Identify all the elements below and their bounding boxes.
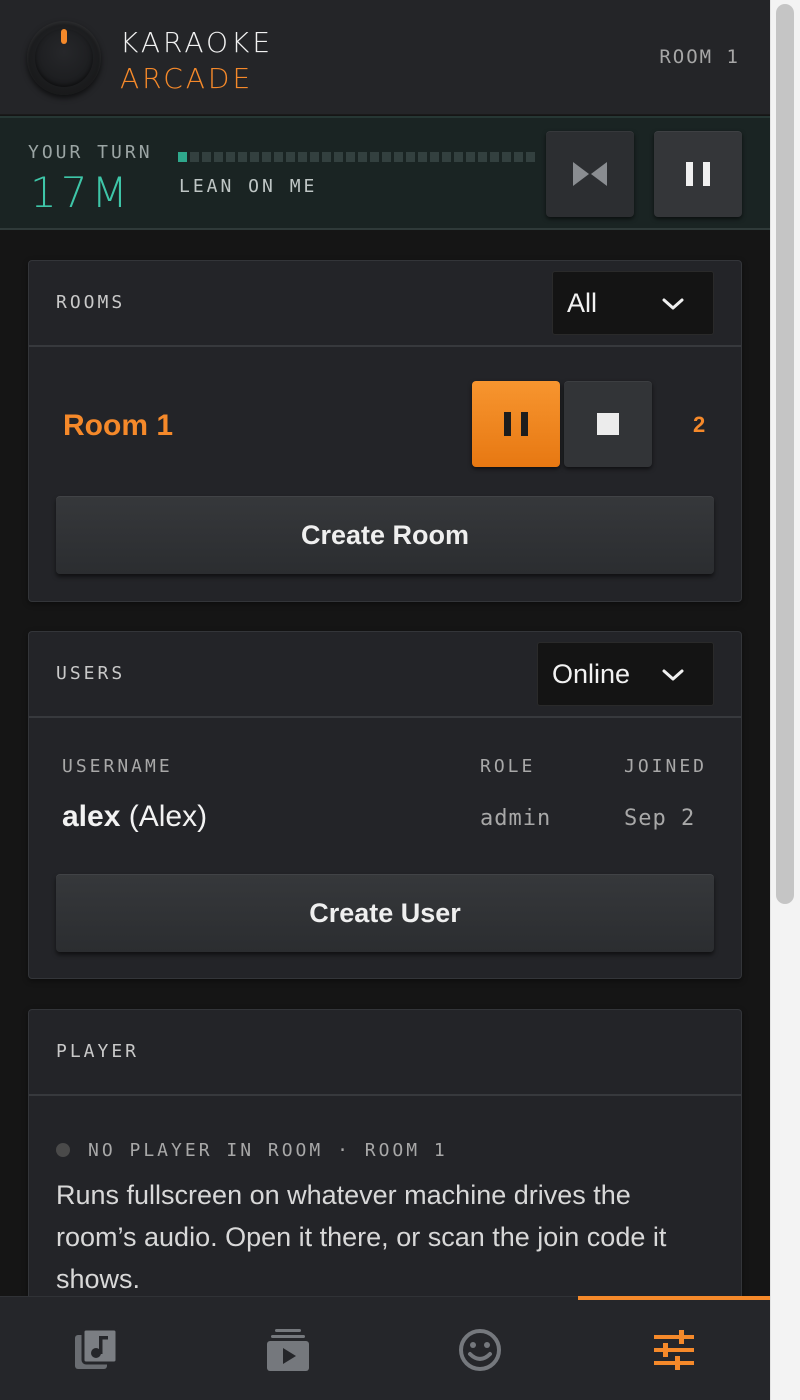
pause-icon [686, 162, 710, 186]
rooms-filter-value: All [567, 288, 598, 318]
meter-segment [322, 152, 331, 162]
meter-segment [370, 152, 379, 162]
meter-segment [514, 152, 523, 162]
column-header-username: USERNAME [62, 756, 173, 777]
meter-segment [286, 152, 295, 162]
meter-segment [490, 152, 499, 162]
room-name[interactable]: Room 1 [63, 409, 173, 443]
meter-segment [382, 152, 391, 162]
meter-segment [202, 152, 211, 162]
chevron-down-icon [662, 669, 684, 681]
skip-button[interactable] [546, 131, 634, 217]
meter-segment [442, 152, 451, 162]
meter-segment [214, 152, 223, 162]
meter-segment [406, 152, 415, 162]
meter-segment [262, 152, 271, 162]
nav-settings[interactable] [578, 1296, 770, 1400]
pause-button[interactable] [654, 131, 742, 217]
now-playing-bar: YOUR TURN 17M LEAN ON ME [0, 116, 770, 230]
table-row-username[interactable]: alex (Alex) [62, 800, 207, 834]
scrollbar-thumb[interactable] [776, 4, 794, 904]
meter-segment [226, 152, 235, 162]
rooms-filter-select[interactable]: All [552, 271, 714, 335]
rooms-card: ROOMS All Room 1 2 Create Room [28, 260, 742, 602]
meter-segment [454, 152, 463, 162]
player-title: PLAYER [56, 1041, 140, 1062]
column-header-role: ROLE [480, 756, 536, 777]
music-library-icon [75, 1327, 119, 1369]
pause-icon [504, 412, 528, 436]
brand-title: KARAOKE [120, 26, 274, 59]
meter-segment [466, 152, 475, 162]
status-dot-icon [56, 1143, 70, 1157]
meter-segment [298, 152, 307, 162]
room-stop-button[interactable] [564, 381, 652, 467]
skip-icon [573, 162, 607, 186]
nav-queue[interactable] [192, 1297, 384, 1400]
bottom-nav [0, 1296, 770, 1400]
meter-segment [178, 152, 187, 162]
player-description: Runs fullscreen on whatever machine driv… [56, 1180, 667, 1294]
turn-countdown: 17M [30, 168, 132, 217]
room-pause-button[interactable] [472, 381, 560, 467]
meter-segment [358, 152, 367, 162]
meter-segment [526, 152, 535, 162]
current-room-label[interactable]: ROOM 1 [659, 46, 740, 68]
user-role: admin [480, 806, 552, 831]
users-filter-select[interactable]: Online [537, 642, 714, 706]
stop-icon [597, 413, 619, 435]
meter-segment [238, 152, 247, 162]
meter-segment [418, 152, 427, 162]
app-header: KARAOKE ARCADE ROOM 1 [0, 0, 770, 115]
queue-play-icon [267, 1329, 309, 1371]
meter-segment [394, 152, 403, 162]
users-title: USERS [56, 663, 126, 684]
meter-segment [310, 152, 319, 162]
create-room-button[interactable]: Create Room [56, 496, 714, 574]
logo-knob-icon [27, 21, 101, 95]
username: alex [62, 800, 121, 833]
nav-library[interactable] [0, 1297, 192, 1400]
meter-segment [334, 152, 343, 162]
meter-segment [346, 152, 355, 162]
users-card-header: USERS Online [29, 632, 741, 718]
rooms-card-header: ROOMS All [29, 261, 741, 347]
progress-meter [178, 152, 535, 162]
meter-segment [502, 152, 511, 162]
rooms-title: ROOMS [56, 292, 126, 313]
nav-reactions[interactable] [384, 1297, 576, 1400]
column-header-joined: JOINED [624, 756, 708, 777]
smiley-icon [459, 1329, 501, 1371]
meter-segment [478, 152, 487, 162]
player-status-text: NO PLAYER IN ROOM · ROOM 1 [88, 1140, 448, 1161]
users-filter-value: Online [552, 659, 631, 689]
display-name: (Alex) [128, 800, 208, 833]
create-user-button[interactable]: Create User [56, 874, 714, 952]
users-card: USERS Online USERNAME ROLE JOINED alex (… [28, 631, 742, 979]
chevron-down-icon [662, 298, 684, 310]
brand-subtitle: ARCADE [120, 62, 254, 95]
meter-segment [274, 152, 283, 162]
song-title: LEAN ON ME [179, 176, 318, 197]
meter-segment [190, 152, 199, 162]
sliders-icon [654, 1330, 694, 1370]
meter-segment [430, 152, 439, 162]
player-card-header: PLAYER [29, 1010, 741, 1096]
player-status: NO PLAYER IN ROOM · ROOM 1 [56, 1140, 448, 1161]
your-turn-label: YOUR TURN [28, 142, 153, 163]
user-joined: Sep 2 [624, 806, 696, 831]
room-count-badge: 2 [693, 412, 706, 437]
app-root: KARAOKE ARCADE ROOM 1 YOUR TURN 17M LEAN… [0, 0, 770, 1400]
meter-segment [250, 152, 259, 162]
